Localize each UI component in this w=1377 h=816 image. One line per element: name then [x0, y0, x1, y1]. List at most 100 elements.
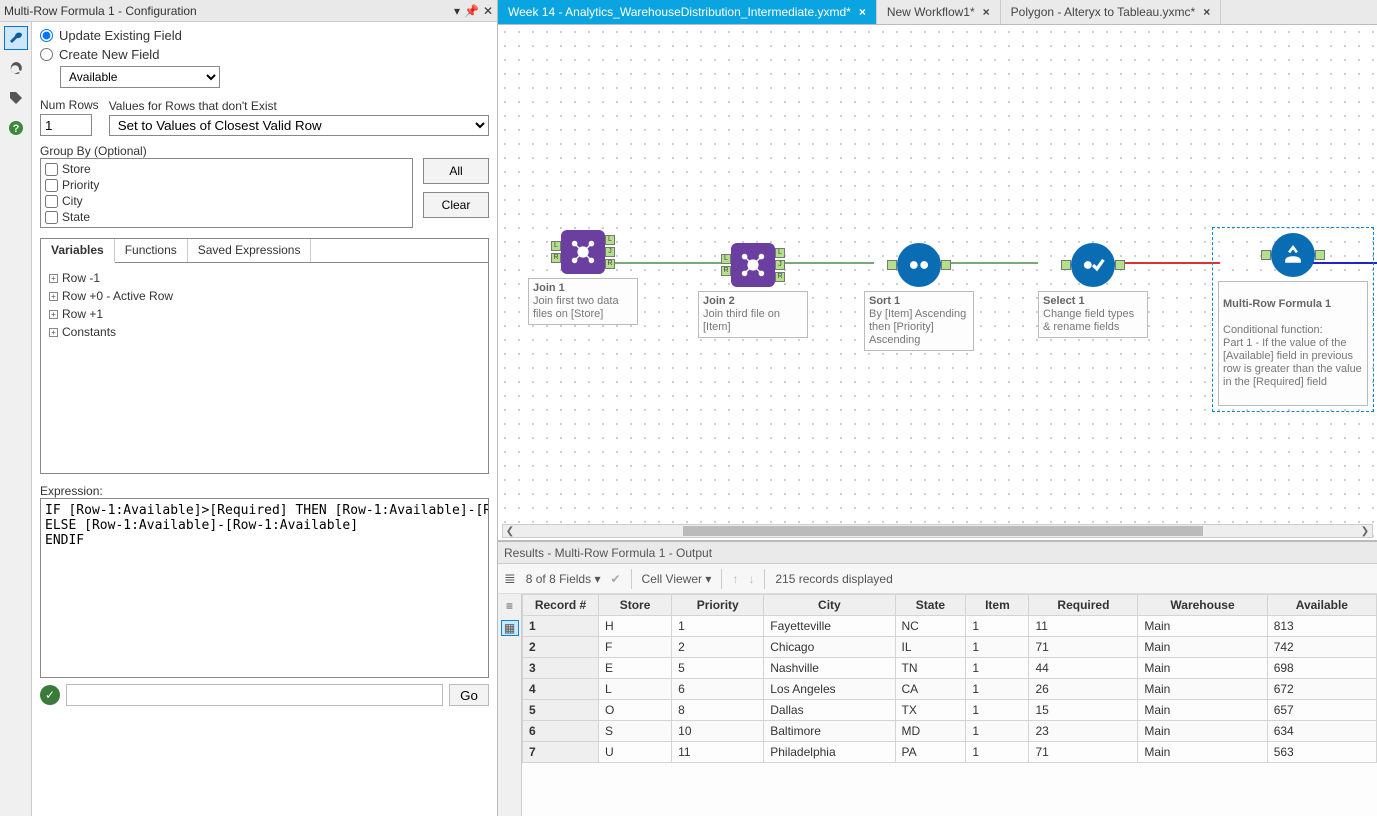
scroll-thumb[interactable]: [683, 526, 1203, 536]
field-select[interactable]: Available: [60, 66, 220, 88]
table-cell: 71: [1029, 742, 1138, 763]
refresh-icon[interactable]: [4, 56, 28, 80]
pin-icon[interactable]: 📌: [464, 4, 479, 18]
tree-row-active[interactable]: +Row +0 - Active Row: [49, 287, 480, 305]
group-item-priority[interactable]: Priority: [45, 177, 408, 193]
num-rows-label: Num Rows: [40, 98, 99, 112]
table-cell: 7: [523, 742, 599, 763]
variables-tree[interactable]: +Row -1 +Row +0 - Active Row +Row +1 +Co…: [41, 263, 488, 473]
table-cell: 11: [1029, 616, 1138, 637]
table-cell: S: [599, 721, 672, 742]
group-clear-button[interactable]: Clear: [423, 192, 489, 218]
close-icon[interactable]: ✕: [483, 4, 493, 18]
tag-icon[interactable]: [4, 86, 28, 110]
tool-note: Sort 1 By [Item] Ascending then [Priorit…: [864, 291, 974, 351]
column-header[interactable]: Record #: [523, 595, 599, 616]
results-grid[interactable]: Record #StorePriorityCityStateItemRequir…: [522, 594, 1377, 816]
workflow-canvas[interactable]: LR LJR Join 1 Join first two data files …: [498, 25, 1377, 541]
num-rows-input[interactable]: [40, 114, 92, 136]
group-item-state[interactable]: State: [45, 209, 408, 225]
scroll-right-icon[interactable]: ❯: [1358, 525, 1372, 537]
expression-textarea[interactable]: [40, 498, 489, 678]
group-by-list[interactable]: Store Priority City State: [40, 158, 413, 228]
tool-join2[interactable]: LR LJR Join 2 Join third file on [Item]: [698, 243, 808, 338]
column-header[interactable]: Store: [599, 595, 672, 616]
doc-tab-week14[interactable]: Week 14 - Analytics_WarehouseDistributio…: [498, 0, 877, 24]
table-cell: Chicago: [764, 637, 895, 658]
group-all-button[interactable]: All: [423, 158, 489, 184]
tool-multirow[interactable]: Multi-Row Formula 1 Conditional function…: [1218, 233, 1368, 406]
canvas-hscroll[interactable]: ❮ ❯: [502, 524, 1373, 538]
tree-constants[interactable]: +Constants: [49, 323, 480, 341]
close-icon[interactable]: ×: [1203, 5, 1210, 19]
config-panel: Multi-Row Formula 1 - Configuration ▾ 📌 …: [0, 0, 498, 816]
column-header[interactable]: Available: [1267, 595, 1376, 616]
view-table-icon[interactable]: ▦: [501, 620, 519, 636]
help-icon[interactable]: ?: [4, 116, 28, 140]
results-table: Record #StorePriorityCityStateItemRequir…: [522, 594, 1377, 763]
tab-variables[interactable]: Variables: [41, 239, 115, 263]
tree-row-minus1[interactable]: +Row -1: [49, 269, 480, 287]
values-select[interactable]: Set to Values of Closest Valid Row: [109, 115, 489, 136]
table-cell: Main: [1138, 637, 1267, 658]
tab-saved-expressions[interactable]: Saved Expressions: [188, 239, 312, 262]
column-header[interactable]: State: [895, 595, 966, 616]
cell-viewer-dropdown[interactable]: Cell Viewer ▾: [642, 572, 712, 586]
table-cell: 2: [523, 637, 599, 658]
list-icon[interactable]: ≣: [504, 570, 516, 587]
table-cell: 71: [1029, 637, 1138, 658]
table-cell: 1: [966, 679, 1029, 700]
sort-up-icon[interactable]: ↑: [732, 572, 738, 586]
workspace: Week 14 - Analytics_WarehouseDistributio…: [498, 0, 1377, 816]
tab-functions[interactable]: Functions: [115, 239, 188, 262]
check-icon[interactable]: ✔: [610, 572, 620, 586]
results-view-toggle: ≡ ▦: [498, 594, 522, 816]
selection-box: [1212, 227, 1374, 412]
table-cell: 1: [966, 700, 1029, 721]
close-icon[interactable]: ×: [859, 5, 866, 19]
table-cell: 1: [966, 637, 1029, 658]
table-row[interactable]: 3E5NashvilleTN144Main698: [523, 658, 1377, 679]
table-cell: H: [599, 616, 672, 637]
wrench-icon[interactable]: [4, 26, 28, 50]
table-cell: NC: [895, 616, 966, 637]
view-rows-icon[interactable]: ≡: [501, 598, 519, 614]
table-cell: 23: [1029, 721, 1138, 742]
column-header[interactable]: Item: [966, 595, 1029, 616]
fields-summary[interactable]: 8 of 8 Fields ▾: [526, 572, 601, 586]
table-cell: Main: [1138, 700, 1267, 721]
sort-down-icon[interactable]: ↓: [748, 572, 754, 586]
tool-join1[interactable]: LR LJR Join 1 Join first two data files …: [528, 230, 638, 325]
column-header[interactable]: Priority: [672, 595, 764, 616]
table-cell: 8: [672, 700, 764, 721]
table-row[interactable]: 4L6Los AngelesCA126Main672: [523, 679, 1377, 700]
group-item-city[interactable]: City: [45, 193, 408, 209]
dropdown-icon[interactable]: ▾: [454, 4, 460, 18]
doc-tab-polygon[interactable]: Polygon - Alteryx to Tableau.yxmc* ×: [1001, 0, 1222, 24]
column-header[interactable]: Required: [1029, 595, 1138, 616]
table-cell: O: [599, 700, 672, 721]
table-row[interactable]: 7U11PhiladelphiaPA171Main563: [523, 742, 1377, 763]
tool-sort1[interactable]: Sort 1 By [Item] Ascending then [Priorit…: [864, 243, 974, 351]
close-icon[interactable]: ×: [983, 5, 990, 19]
table-cell: Main: [1138, 742, 1267, 763]
scroll-left-icon[interactable]: ❮: [503, 525, 517, 537]
go-button[interactable]: Go: [449, 684, 489, 706]
table-cell: 657: [1267, 700, 1376, 721]
column-header[interactable]: City: [764, 595, 895, 616]
table-row[interactable]: 5O8DallasTX115Main657: [523, 700, 1377, 721]
group-item-store[interactable]: Store: [45, 161, 408, 177]
doc-tab-new-workflow[interactable]: New Workflow1* ×: [877, 0, 1001, 24]
tree-row-plus1[interactable]: +Row +1: [49, 305, 480, 323]
go-input[interactable]: [66, 684, 443, 706]
update-field-radio[interactable]: Update Existing Field: [40, 28, 489, 43]
document-tabs: Week 14 - Analytics_WarehouseDistributio…: [498, 0, 1377, 25]
create-field-radio[interactable]: Create New Field: [40, 47, 489, 62]
group-by-label: Group By (Optional): [40, 144, 489, 158]
table-row[interactable]: 1H1FayettevilleNC111Main813: [523, 616, 1377, 637]
tool-select1[interactable]: Select 1 Change field types & rename fie…: [1038, 243, 1148, 338]
table-row[interactable]: 6S10BaltimoreMD123Main634: [523, 721, 1377, 742]
column-header[interactable]: Warehouse: [1138, 595, 1267, 616]
table-cell: 1: [966, 742, 1029, 763]
table-row[interactable]: 2F2ChicagoIL171Main742: [523, 637, 1377, 658]
